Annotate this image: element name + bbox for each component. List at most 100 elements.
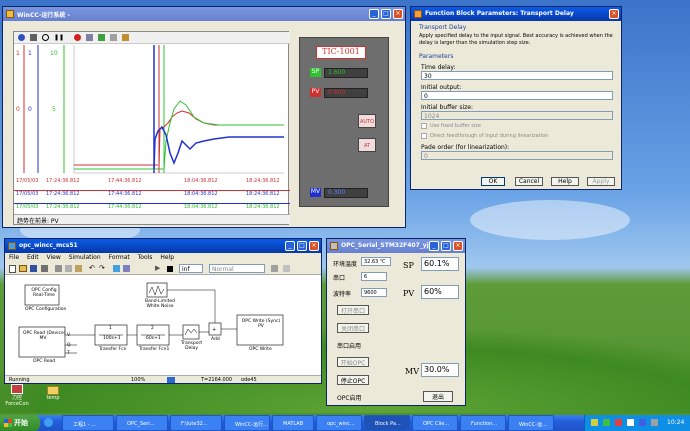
browser-icon[interactable] bbox=[44, 418, 53, 427]
menu-format[interactable]: Format bbox=[109, 254, 130, 261]
mv-value[interactable]: 0.300 bbox=[324, 188, 368, 198]
menu-help[interactable]: Help bbox=[160, 254, 174, 261]
close-button[interactable]: × bbox=[609, 9, 619, 19]
taskbar-item[interactable]: OPC Clie... bbox=[412, 415, 458, 431]
undo-icon[interactable]: ↶ bbox=[89, 264, 95, 272]
tray-icon[interactable] bbox=[591, 419, 598, 426]
opc-write-block[interactable]: OPC Write (Sync) PV bbox=[241, 319, 281, 329]
taskbar-item[interactable]: MATLAB bbox=[272, 415, 314, 431]
taskbar-item[interactable]: WinCC-运行... bbox=[224, 415, 270, 431]
taskbar-item[interactable]: Block Pa... bbox=[364, 415, 410, 431]
baud-label: 波特率 bbox=[333, 291, 352, 298]
build-icon[interactable] bbox=[271, 265, 278, 272]
maximize-button[interactable]: □ bbox=[381, 9, 391, 19]
print-icon[interactable] bbox=[41, 265, 48, 272]
play-icon[interactable]: ▶ bbox=[155, 264, 160, 272]
close-button[interactable]: × bbox=[309, 241, 319, 251]
tf1-label: Transfer Fcn bbox=[99, 347, 127, 352]
open-port-button[interactable]: 打开串口 bbox=[337, 305, 369, 315]
save-icon[interactable] bbox=[30, 265, 37, 272]
mv-value: 30.0% bbox=[421, 363, 459, 377]
fbp-title-bar[interactable]: Function Block Parameters: Transport Del… bbox=[411, 7, 621, 21]
ruler-icon[interactable] bbox=[110, 34, 117, 41]
tray-icon[interactable] bbox=[651, 419, 658, 426]
minimize-button[interactable]: _ bbox=[429, 241, 439, 251]
tray-icon[interactable] bbox=[639, 419, 646, 426]
function-block-params-dialog: Function Block Parameters: Transport Del… bbox=[410, 6, 622, 190]
zoom-icon[interactable] bbox=[42, 34, 49, 41]
maximize-button[interactable]: □ bbox=[441, 241, 451, 251]
minimize-button[interactable]: _ bbox=[369, 9, 379, 19]
minimize-button[interactable]: _ bbox=[285, 241, 295, 251]
menu-simulation[interactable]: Simulation bbox=[69, 254, 101, 261]
help-button[interactable]: Help bbox=[551, 177, 579, 186]
port-select[interactable]: 6 bbox=[361, 272, 387, 281]
tray-icon[interactable] bbox=[603, 419, 610, 426]
cancel-button[interactable]: Cancel bbox=[515, 177, 543, 186]
add-icon[interactable] bbox=[98, 34, 105, 41]
opc-read-block[interactable]: OPC Read (Device) MV bbox=[23, 331, 65, 341]
menu-tools[interactable]: Tools bbox=[138, 254, 153, 261]
sim-mode-select[interactable]: Normal bbox=[209, 264, 265, 273]
port-v: V bbox=[67, 333, 71, 338]
pv-label: PV bbox=[403, 289, 415, 298]
print-icon[interactable] bbox=[30, 34, 37, 41]
close-button[interactable]: × bbox=[453, 241, 463, 251]
auto-button[interactable]: AUTO bbox=[358, 114, 376, 128]
stop-icon[interactable] bbox=[167, 266, 173, 272]
cut-icon[interactable] bbox=[55, 265, 62, 272]
wincc-title-bar[interactable]: WinCC-运行系统 - bbox=[3, 7, 405, 21]
trend-status-bar: 趋势在前景: PV bbox=[14, 214, 290, 225]
baud-select[interactable]: 9600 bbox=[361, 288, 387, 297]
sp-value[interactable]: 1.600 bbox=[324, 68, 368, 78]
folder-icon bbox=[47, 386, 59, 395]
time-label: 18:24:36.812 bbox=[246, 204, 280, 210]
opc-config-block[interactable]: OPC Config Real-Time bbox=[29, 288, 59, 298]
pause-icon[interactable]: ❚❚ bbox=[54, 34, 64, 41]
at-button[interactable]: AT bbox=[358, 138, 376, 152]
tray-icon[interactable] bbox=[627, 419, 634, 426]
taskbar-item[interactable]: OPC_Seri... bbox=[116, 415, 168, 431]
start-opc-button[interactable]: 开始OPC bbox=[337, 357, 369, 367]
redo-icon[interactable]: ↷ bbox=[99, 264, 105, 272]
desktop-icon-temp[interactable]: temp bbox=[40, 386, 66, 401]
copy-icon[interactable] bbox=[65, 265, 72, 272]
menu-view[interactable]: View bbox=[47, 254, 61, 261]
exit-button[interactable]: 退出 bbox=[423, 391, 453, 402]
cut-icon[interactable] bbox=[86, 34, 93, 41]
taskbar-item[interactable]: F:\lute32... bbox=[170, 415, 222, 431]
debug-icon[interactable] bbox=[283, 265, 290, 272]
menu-file[interactable]: File bbox=[9, 254, 19, 261]
taskbar-item[interactable]: Function... bbox=[460, 415, 506, 431]
ok-button[interactable]: OK bbox=[481, 177, 505, 186]
time-delay-input[interactable]: 30 bbox=[421, 71, 613, 80]
clock[interactable]: 10:24 bbox=[667, 419, 684, 426]
maximize-button[interactable]: □ bbox=[297, 241, 307, 251]
open-icon[interactable] bbox=[19, 265, 27, 272]
stop-icon[interactable] bbox=[74, 34, 81, 41]
library-icon[interactable] bbox=[113, 265, 120, 272]
sim-title-bar[interactable]: opc_wincc_mcs51 bbox=[5, 239, 321, 253]
start-button[interactable]: 开始 bbox=[0, 415, 40, 431]
taskbar-item[interactable]: WinCC-运... bbox=[508, 415, 554, 431]
initial-output-input[interactable]: 0 bbox=[421, 91, 613, 100]
close-button[interactable]: × bbox=[393, 9, 403, 19]
pade-label: Pade order (for linearization): bbox=[421, 144, 510, 151]
help-icon[interactable] bbox=[18, 34, 25, 41]
close-port-button[interactable]: 关闭串口 bbox=[337, 323, 369, 333]
scroll-icon[interactable] bbox=[122, 34, 129, 41]
paste-icon[interactable] bbox=[75, 265, 82, 272]
quick-launch bbox=[44, 418, 58, 428]
model-icon[interactable] bbox=[123, 265, 130, 272]
desktop-icon-forcecon[interactable]: 力控 ForceCon bbox=[4, 384, 30, 407]
tray-icon[interactable] bbox=[615, 419, 622, 426]
tf1-num: 1 bbox=[109, 326, 112, 331]
stop-time-input[interactable]: inf bbox=[179, 264, 203, 273]
faceplate-panel: TIC-1001 SP 1.600 PV 0.600 AUTO AT MV 0.… bbox=[299, 37, 389, 207]
menu-edit[interactable]: Edit bbox=[27, 254, 39, 261]
new-icon[interactable] bbox=[9, 265, 16, 273]
stop-opc-button[interactable]: 停止OPC bbox=[337, 375, 369, 385]
tf2-label: Transfer Fcn1 bbox=[139, 347, 170, 352]
taskbar-item[interactable]: opc_winc... bbox=[316, 415, 362, 431]
taskbar-item[interactable]: 工程1 - ... bbox=[62, 415, 114, 431]
